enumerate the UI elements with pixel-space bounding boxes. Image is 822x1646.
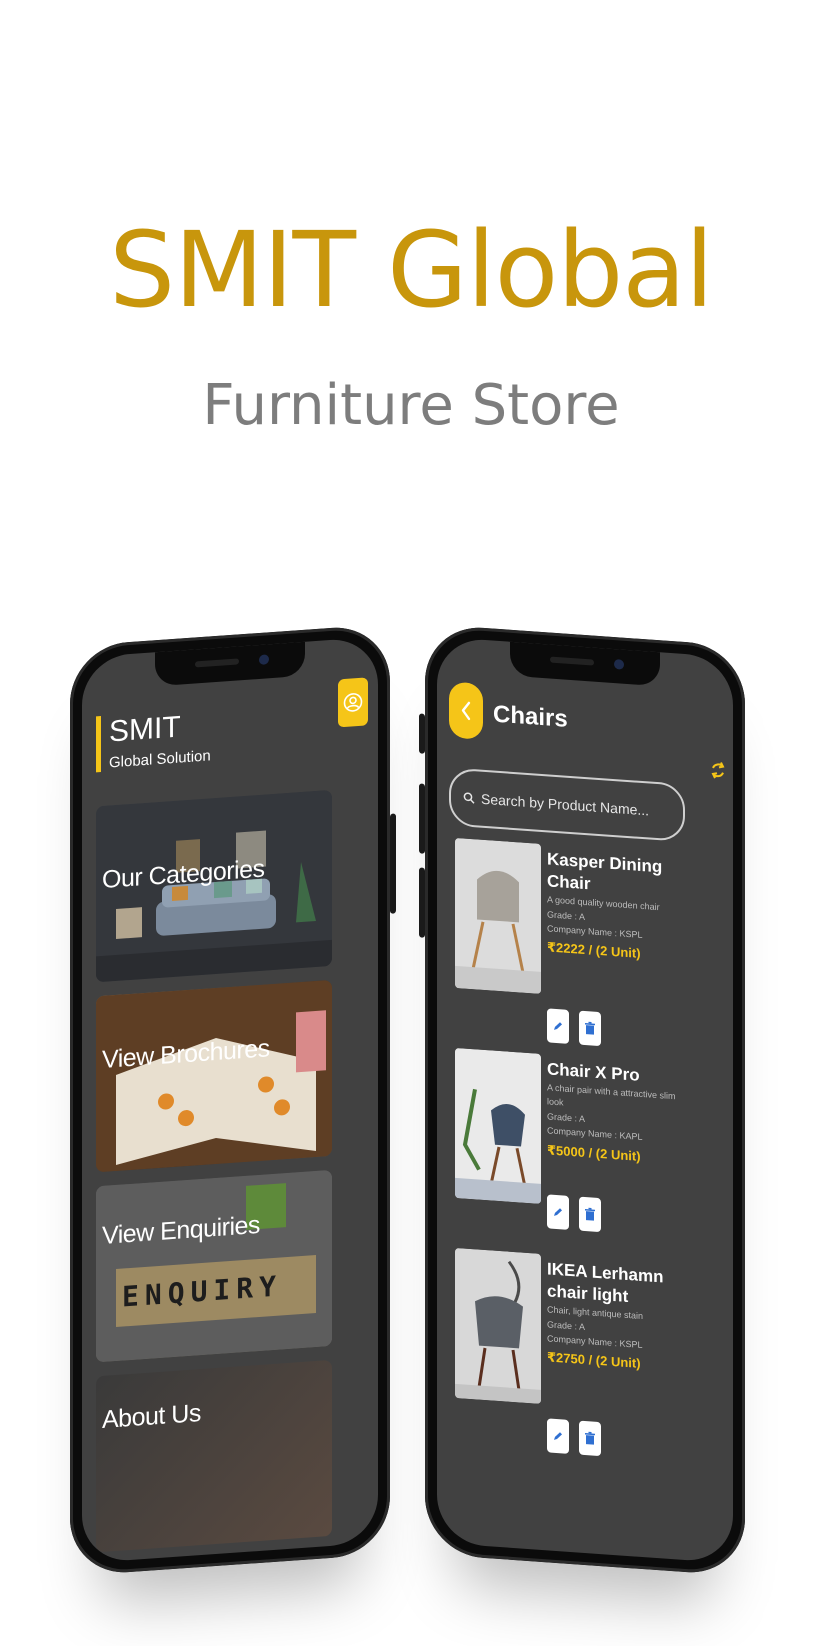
product-card[interactable]: IKEA Lerhamn chair light Chair, light an…: [455, 1247, 695, 1457]
speaker: [550, 656, 594, 666]
right-phone-frame: Chairs Search by Product Name... Kasper …: [419, 623, 745, 1577]
trash-icon: [585, 1207, 595, 1221]
volume-up-button: [419, 783, 425, 854]
power-button: [390, 813, 396, 914]
silent-switch: [419, 713, 425, 754]
volume-down-button: [419, 867, 425, 938]
left-phone-frame: SMIT Global Solution Our Categories View…: [70, 623, 396, 1577]
chair-image: [455, 837, 541, 994]
speaker: [195, 658, 239, 668]
trash-icon: [585, 1431, 595, 1445]
edit-button[interactable]: [547, 1418, 569, 1454]
notch: [510, 641, 660, 687]
enquiry-image: [96, 1169, 332, 1363]
brochure-image: [96, 979, 332, 1173]
product-actions: [547, 1008, 601, 1047]
edit-button[interactable]: [547, 1008, 569, 1044]
user-icon: [343, 693, 363, 712]
delete-button[interactable]: [579, 1420, 601, 1457]
search-input[interactable]: Search by Product Name...: [449, 767, 685, 842]
pencil-icon: [554, 1022, 562, 1030]
product-card[interactable]: Chair X Pro A chair pair with a attracti…: [455, 1047, 695, 1245]
pencil-icon: [554, 1432, 562, 1440]
menu-label-about: About Us: [102, 1399, 201, 1434]
delete-button[interactable]: [579, 1196, 601, 1233]
search-placeholder: Search by Product Name...: [481, 790, 650, 819]
brand-name: SMIT: [109, 710, 181, 749]
search-icon: [463, 792, 475, 804]
menu-card-enquiries[interactable]: View Enquiries ENQUIRY: [96, 1169, 332, 1363]
trash-icon: [585, 1021, 595, 1035]
front-camera: [614, 659, 624, 670]
chairs-screen: Chairs Search by Product Name... Kasper …: [437, 636, 733, 1564]
brand-header: SMIT Global Solution: [96, 708, 211, 773]
page-title: Chairs: [493, 700, 568, 733]
product-info: IKEA Lerhamn chair light Chair, light an…: [547, 1258, 693, 1376]
front-camera: [259, 654, 269, 665]
profile-button[interactable]: [338, 677, 368, 728]
menu-card-categories[interactable]: Our Categories: [96, 789, 332, 983]
delete-button[interactable]: [579, 1010, 601, 1047]
back-button[interactable]: [449, 681, 483, 740]
chevron-left-icon: [461, 701, 471, 721]
edit-button[interactable]: [547, 1194, 569, 1230]
pencil-icon: [554, 1208, 562, 1216]
product-info: Chair X Pro A chair pair with a attracti…: [547, 1058, 693, 1168]
product-actions: [547, 1194, 601, 1233]
product-actions: [547, 1418, 601, 1457]
hero-subtitle: Furniture Store: [202, 373, 620, 438]
notch: [155, 641, 305, 687]
menu-card-brochures[interactable]: View Brochures: [96, 979, 332, 1173]
chair-image: [455, 1047, 541, 1204]
refresh-icon[interactable]: [709, 758, 727, 783]
product-card[interactable]: Kasper Dining Chair A good quality woode…: [455, 837, 695, 1047]
brand-tagline: Global Solution: [109, 747, 211, 772]
menu-card-about[interactable]: About Us: [96, 1359, 332, 1553]
chair-image: [455, 1247, 541, 1404]
product-info: Kasper Dining Chair A good quality woode…: [547, 848, 693, 966]
hero-title: SMIT Global: [109, 209, 714, 331]
home-screen: SMIT Global Solution Our Categories View…: [82, 636, 378, 1564]
